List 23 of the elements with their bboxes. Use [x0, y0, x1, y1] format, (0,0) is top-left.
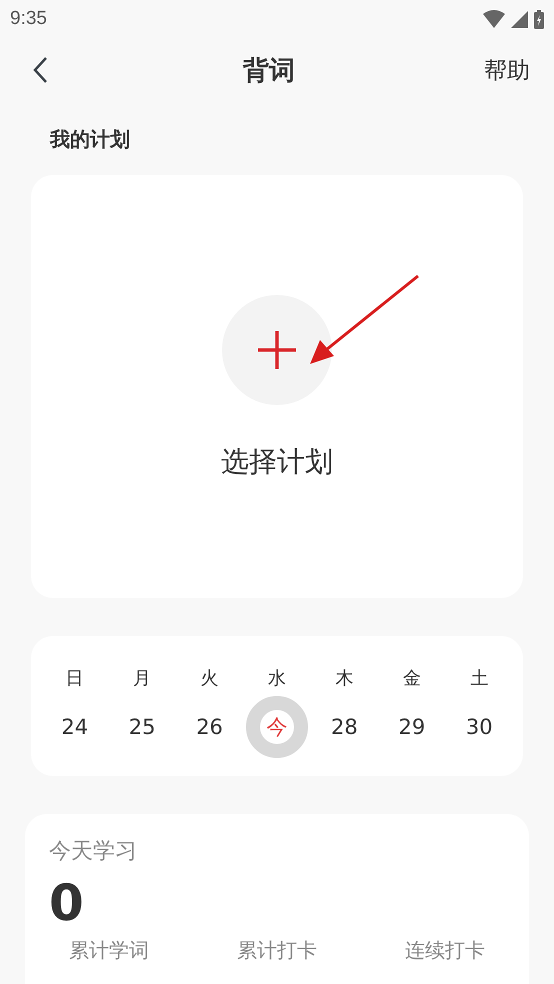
choose-plan-label: 选择计划: [221, 444, 333, 480]
today-count: 0: [49, 876, 85, 931]
stat-label: 累计学词: [69, 937, 149, 964]
calendar-day[interactable]: 今: [246, 696, 308, 758]
stat-label: 连续打卡: [405, 937, 485, 964]
weekday-label: 水: [268, 667, 286, 688]
help-button[interactable]: 帮助: [484, 54, 530, 86]
today-title: 今天学习: [49, 838, 138, 866]
plus-icon: [256, 329, 298, 371]
signal-icon: [511, 10, 528, 28]
section-title: 我的计划: [50, 126, 131, 153]
status-time: 9:35: [10, 8, 47, 30]
weekday-label: 日: [66, 667, 84, 688]
weekday-label: 金: [402, 667, 421, 688]
weekday-label: 月: [133, 667, 152, 688]
stat-label: 累计打卡: [237, 937, 317, 964]
back-icon: [32, 56, 48, 84]
weekday-label: 火: [200, 667, 219, 688]
weekday-label: 土: [470, 667, 488, 688]
page-title: 背词: [243, 54, 295, 88]
weekday-label: 木: [335, 667, 354, 688]
battery-icon: [534, 10, 544, 28]
wifi-icon: [483, 10, 505, 28]
